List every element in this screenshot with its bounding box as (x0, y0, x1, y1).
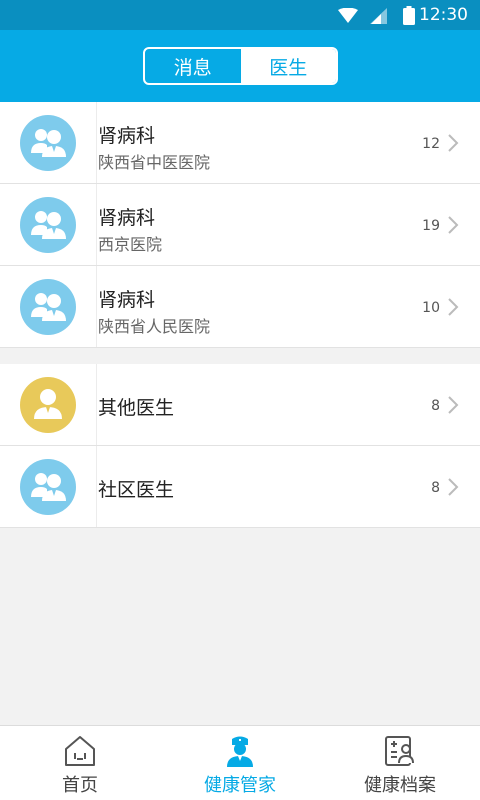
row-subtitle: 陕西省中医医院 (98, 153, 211, 172)
doctor-count: 10 (422, 300, 440, 316)
clock: 12:30 (419, 5, 468, 25)
nav-home[interactable]: 首页 (0, 726, 160, 800)
wifi-icon (338, 8, 358, 23)
nav-label: 健康档案 (364, 775, 436, 796)
list-item[interactable]: 肾病科 陕西省人民医院 10 (0, 266, 480, 348)
row-subtitle: 西京医院 (98, 235, 163, 254)
nav-health-manager[interactable]: 健康管家 (160, 726, 320, 800)
doctor-group-icon (20, 459, 76, 515)
doctor-single-icon (20, 377, 76, 433)
segmented-control: 消息 医生 (143, 47, 338, 85)
department-list: 肾病科 陕西省中医医院 12 肾病科 西京医院 19 肾病科 陕西省人民医院 1… (0, 102, 480, 348)
doctor-count: 8 (431, 398, 440, 414)
doctor-group-icon (20, 115, 76, 171)
battery-icon (403, 6, 415, 25)
app-header: 消息 医生 (0, 30, 480, 102)
row-subtitle: 陕西省人民医院 (98, 317, 211, 336)
row-title: 肾病科 (98, 125, 156, 147)
doctor-group-icon (20, 197, 76, 253)
home-icon (65, 736, 95, 766)
doctor-category-list: 其他医生 8 社区医生 8 (0, 364, 480, 528)
chevron-right-icon (448, 298, 459, 316)
list-item[interactable]: 其他医生 8 (0, 364, 480, 446)
doctor-count: 12 (422, 136, 440, 152)
row-title: 肾病科 (98, 207, 156, 229)
row-title: 社区医生 (98, 479, 175, 501)
doctor-count: 8 (431, 480, 440, 496)
tab-messages[interactable]: 消息 (145, 49, 241, 83)
nurse-icon (227, 736, 253, 767)
status-bar: 12:30 (0, 0, 480, 30)
chevron-right-icon (448, 396, 459, 414)
row-title: 肾病科 (98, 289, 156, 311)
nav-health-record[interactable]: 健康档案 (320, 726, 480, 800)
tab-doctors[interactable]: 医生 (240, 49, 336, 83)
doctor-group-icon (20, 279, 76, 335)
chevron-right-icon (448, 216, 459, 234)
health-record-icon (385, 736, 414, 766)
list-item[interactable]: 肾病科 西京医院 19 (0, 184, 480, 266)
doctor-count: 19 (422, 218, 440, 234)
bottom-nav: 首页 健康管家 健康档案 (0, 725, 480, 800)
chevron-right-icon (448, 134, 459, 152)
nav-label: 健康管家 (204, 775, 276, 796)
chevron-right-icon (448, 478, 459, 496)
row-title: 其他医生 (98, 397, 175, 419)
nav-label: 首页 (62, 775, 98, 796)
list-item[interactable]: 社区医生 8 (0, 446, 480, 528)
list-item[interactable]: 肾病科 陕西省中医医院 12 (0, 102, 480, 184)
signal-icon (370, 8, 387, 24)
